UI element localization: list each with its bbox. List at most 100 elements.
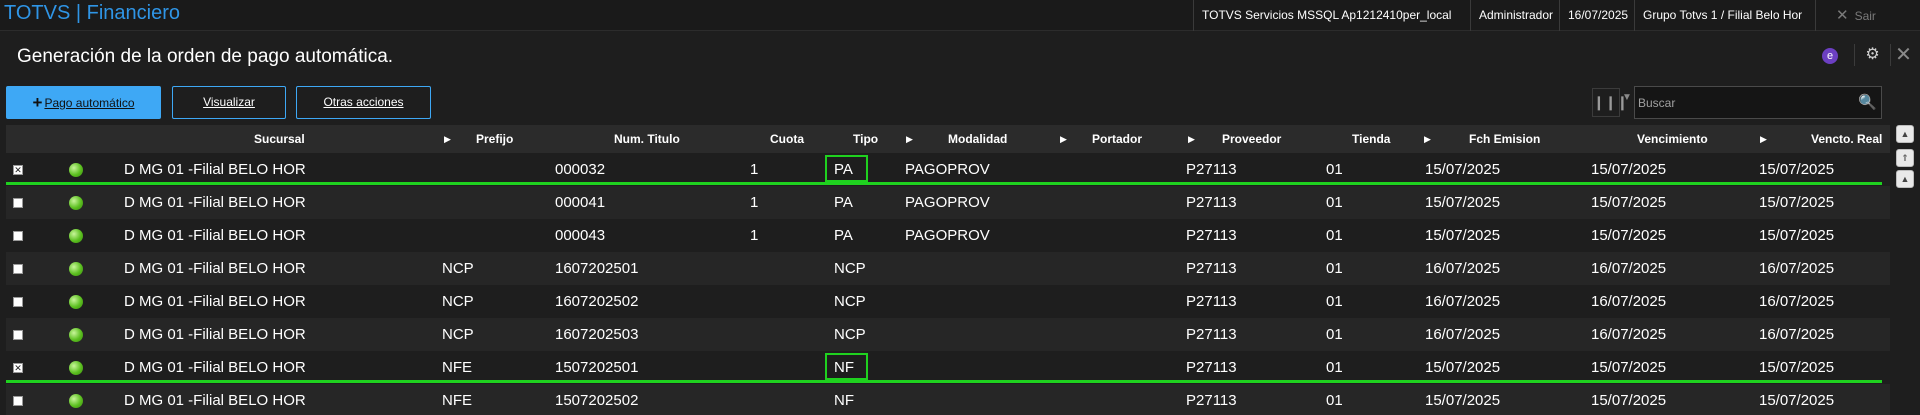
cell-sucursal: D MG 01 -Filial BELO HOR [124, 227, 306, 244]
scroll-page-up-button[interactable]: ⇑ [1896, 149, 1914, 167]
sort-icon[interactable]: ▶ [906, 134, 913, 145]
titles-grid: Sucursal ▶ Prefijo Num. Titulo Cuota Tip… [6, 125, 1890, 415]
col-header-prefijo[interactable]: Prefijo [476, 125, 513, 153]
cell-tipo: NCP [834, 293, 866, 310]
checkbox[interactable] [13, 396, 23, 406]
cell-num-titulo: 000041 [555, 194, 606, 211]
checkbox[interactable] [13, 297, 23, 307]
col-header-tienda[interactable]: Tienda [1352, 125, 1390, 153]
visualizar-label: Visualizar [203, 95, 255, 109]
sort-icon[interactable]: ▶ [1060, 134, 1067, 145]
cell-fch-emision: 16/07/2025 [1425, 326, 1501, 343]
highlight-box [825, 155, 868, 182]
cell-fch-emision: 16/07/2025 [1425, 293, 1501, 310]
col-header-num-titulo[interactable]: Num. Titulo [614, 125, 680, 153]
checkbox[interactable] [13, 231, 23, 241]
cell-fch-emision: 15/07/2025 [1425, 227, 1501, 244]
cell-tienda: 01 [1326, 260, 1343, 277]
cell-cuota: 1 [750, 227, 759, 244]
table-row[interactable]: ✕ D MG 01 -Filial BELO HOR NFE 1507202501 NF… [6, 351, 1890, 384]
col-header-cuota[interactable]: Cuota [770, 125, 804, 153]
table-row[interactable]: D MG 01 -Filial BELO HOR NCP 1607202501 NCP… [6, 252, 1890, 285]
scroll-top-button[interactable]: ▲ [1896, 125, 1914, 143]
cell-tienda: 01 [1326, 392, 1343, 409]
status-green-icon [69, 196, 83, 210]
col-header-fch-emision[interactable]: Fch Emision [1469, 125, 1540, 153]
search-input[interactable] [1638, 90, 1853, 115]
col-header-sucursal[interactable]: Sucursal [254, 125, 305, 153]
status-green-icon [69, 262, 83, 276]
cell-tipo: PA [834, 194, 853, 211]
table-row[interactable]: D MG 01 -Filial BELO HOR NCP 1607202503 NCP… [6, 318, 1890, 351]
cell-tienda: 01 [1326, 227, 1343, 244]
cell-fch-emision: 15/07/2025 [1425, 392, 1501, 409]
cell-prefijo: NCP [442, 293, 474, 310]
cell-vencimiento: 15/07/2025 [1591, 227, 1667, 244]
col-header-portador[interactable]: Portador [1092, 125, 1142, 153]
cell-num-titulo: 1607202502 [555, 293, 639, 310]
table-row[interactable]: D MG 01 -Filial BELO HOR NCP 1607202502 NCP… [6, 285, 1890, 318]
col-header-tipo[interactable]: Tipo [853, 125, 878, 153]
cell-vencimiento: 16/07/2025 [1591, 260, 1667, 277]
cell-tienda: 01 [1326, 194, 1343, 211]
table-row[interactable]: D MG 01 -Filial BELO HOR 000043 1 PA PAGOPRO… [6, 219, 1890, 252]
sort-icon[interactable]: ▶ [1424, 134, 1431, 145]
table-row[interactable]: D MG 01 -Filial BELO HOR 000041 1 PA PAGOPRO… [6, 186, 1890, 219]
col-header-proveedor[interactable]: Proveedor [1222, 125, 1281, 153]
cell-proveedor: P27113 [1186, 260, 1237, 277]
sort-icon[interactable]: ▶ [1760, 134, 1767, 145]
cell-vencimiento: 15/07/2025 [1591, 194, 1667, 211]
scroll-up-button[interactable]: ▲ [1896, 170, 1914, 188]
table-row[interactable]: D MG 01 -Filial BELO HOR NFE 1507202502 NF P… [6, 384, 1890, 415]
highlight-underline [6, 182, 1882, 185]
cell-vencto-real: 16/07/2025 [1759, 260, 1835, 277]
page-title: Generación de la orden de pago automátic… [17, 46, 394, 67]
search-icon[interactable]: 🔍 [1858, 93, 1877, 111]
sort-icon[interactable]: ▶ [444, 134, 451, 145]
checkbox[interactable] [13, 264, 23, 274]
plus-icon: + [32, 93, 43, 112]
cell-sucursal: D MG 01 -Filial BELO HOR [124, 326, 306, 343]
cell-tipo: NCP [834, 260, 866, 277]
table-row[interactable]: ✕ D MG 01 -Filial BELO HOR 000032 1 PA PAGOPR… [6, 153, 1890, 186]
col-header-vencimiento[interactable]: Vencimiento [1637, 125, 1708, 153]
status-green-icon [69, 229, 83, 243]
cell-num-titulo: 1507202502 [555, 392, 639, 409]
visualizar-button[interactable]: Visualizar [172, 86, 286, 119]
cell-sucursal: D MG 01 -Filial BELO HOR [124, 194, 306, 211]
gear-icon[interactable]: ⚙ [1854, 44, 1884, 66]
cell-sucursal: D MG 01 -Filial BELO HOR [124, 293, 306, 310]
cell-tienda: 01 [1326, 326, 1343, 343]
checkbox-checked[interactable]: ✕ [13, 363, 23, 373]
checkbox-checked[interactable]: ✕ [13, 165, 23, 175]
highlight-underline [6, 380, 1882, 383]
status-green-icon [69, 394, 83, 408]
exit-button[interactable]: ✕ Sair [1815, 0, 1920, 31]
server-info[interactable]: TOTVS Servicios MSSQL Ap1212410per_local [1193, 0, 1470, 31]
col-header-modalidad[interactable]: Modalidad [948, 125, 1007, 153]
otras-acciones-button[interactable]: Otras acciones [296, 86, 431, 119]
cell-proveedor: P27113 [1186, 326, 1237, 343]
caret-down-icon[interactable]: ▼ [1622, 92, 1632, 103]
close-icon[interactable]: ✕ [1890, 44, 1916, 66]
pago-automatico-button[interactable]: + Pago automático [6, 86, 161, 119]
user-info[interactable]: Administrador [1470, 0, 1559, 31]
sort-icon[interactable]: ▶ [1188, 134, 1195, 145]
top-bar: TOTVS | Financiero TOTVS Servicios MSSQL… [0, 0, 1920, 31]
help-icon[interactable]: e [1822, 48, 1838, 64]
cell-num-titulo: 1607202503 [555, 326, 639, 343]
close-icon: ✕ [1836, 7, 1849, 24]
exit-label: Sair [1854, 9, 1876, 23]
otras-acciones-label: Otras acciones [323, 95, 404, 109]
cell-modalidad: PAGOPROV [905, 227, 990, 244]
date-info[interactable]: 16/07/2025 [1559, 0, 1634, 31]
checkbox[interactable] [13, 330, 23, 340]
columns-icon[interactable]: ❙❙❙ [1592, 88, 1628, 117]
col-header-vencto-real[interactable]: Vencto. Real [1811, 125, 1882, 153]
checkbox[interactable] [13, 198, 23, 208]
cell-modalidad: PAGOPROV [905, 194, 990, 211]
cell-vencto-real: 16/07/2025 [1759, 326, 1835, 343]
cell-num-titulo: 1607202501 [555, 260, 639, 277]
cell-vencto-real: 15/07/2025 [1759, 194, 1835, 211]
branch-info[interactable]: Grupo Totvs 1 / Filial Belo Hor [1634, 0, 1815, 31]
